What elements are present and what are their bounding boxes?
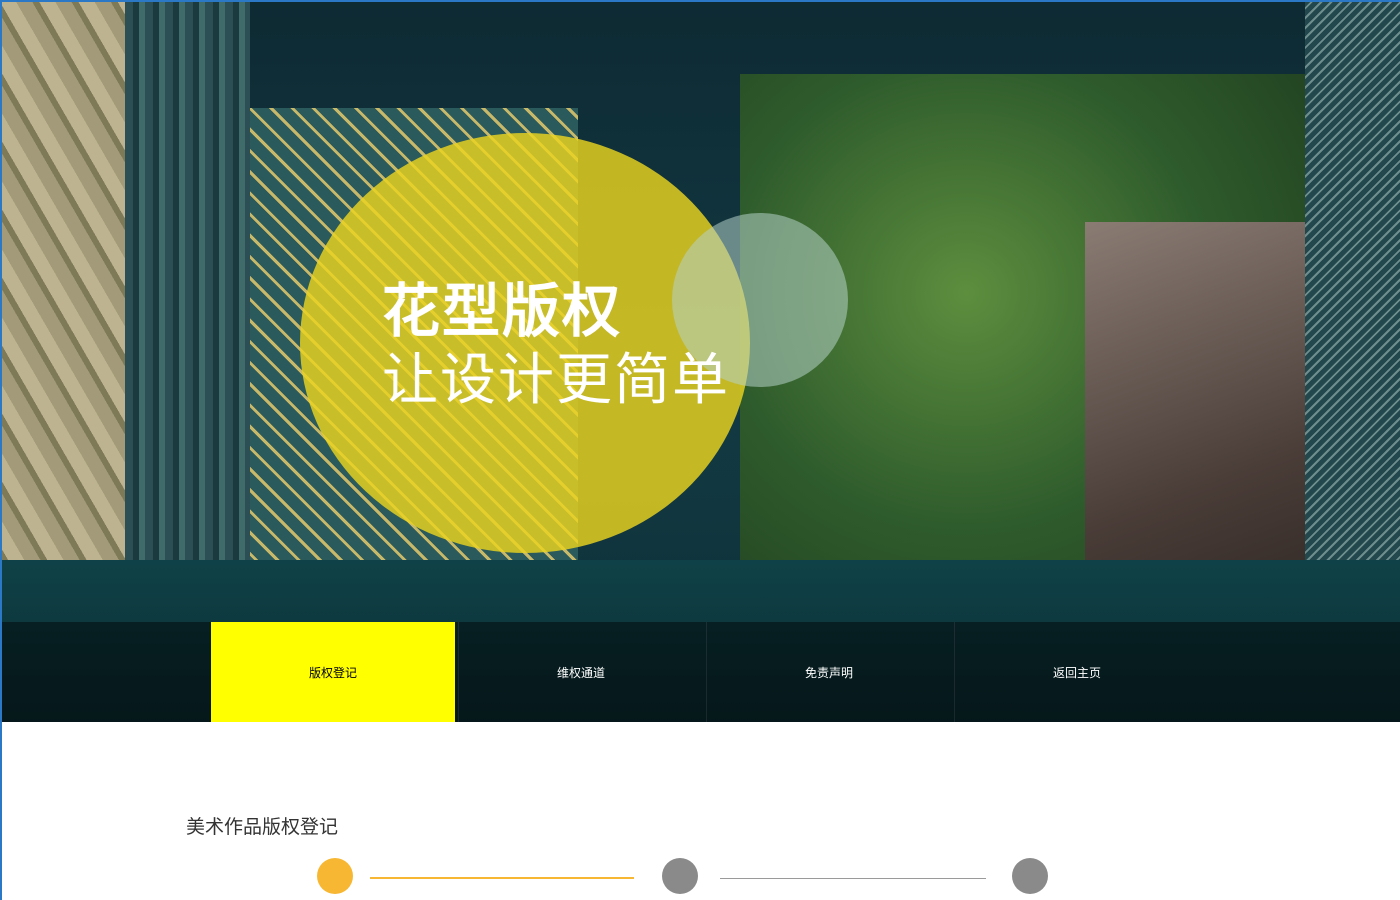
window-border-left — [0, 0, 2, 900]
hero-banner: 花型版权 让设计更简单 版权登记 维权通道 免责声明 返回主页 — [0, 0, 1400, 722]
step-3-indicator — [1012, 858, 1048, 894]
step-connector-2 — [720, 878, 986, 879]
step-2-indicator — [662, 858, 698, 894]
window-border-top — [0, 0, 1400, 2]
hero-title: 花型版权 — [382, 277, 623, 345]
nav-item-home[interactable]: 返回主页 — [954, 622, 1199, 722]
nav-item-rights-protection[interactable]: 维权通道 — [458, 622, 703, 722]
nav-item-copyright-registration[interactable]: 版权登记 — [211, 622, 455, 722]
step-connector-1 — [370, 877, 634, 879]
main-navigation: 版权登记 维权通道 免责声明 返回主页 — [0, 622, 1400, 722]
hero-subtitle: 让设计更简单 — [382, 348, 730, 413]
nav-item-disclaimer[interactable]: 免责声明 — [706, 622, 951, 722]
section-title: 美术作品版权登记 — [186, 816, 339, 838]
step-1-indicator — [317, 858, 353, 894]
wallpaper-panel-geometric — [1305, 0, 1400, 622]
